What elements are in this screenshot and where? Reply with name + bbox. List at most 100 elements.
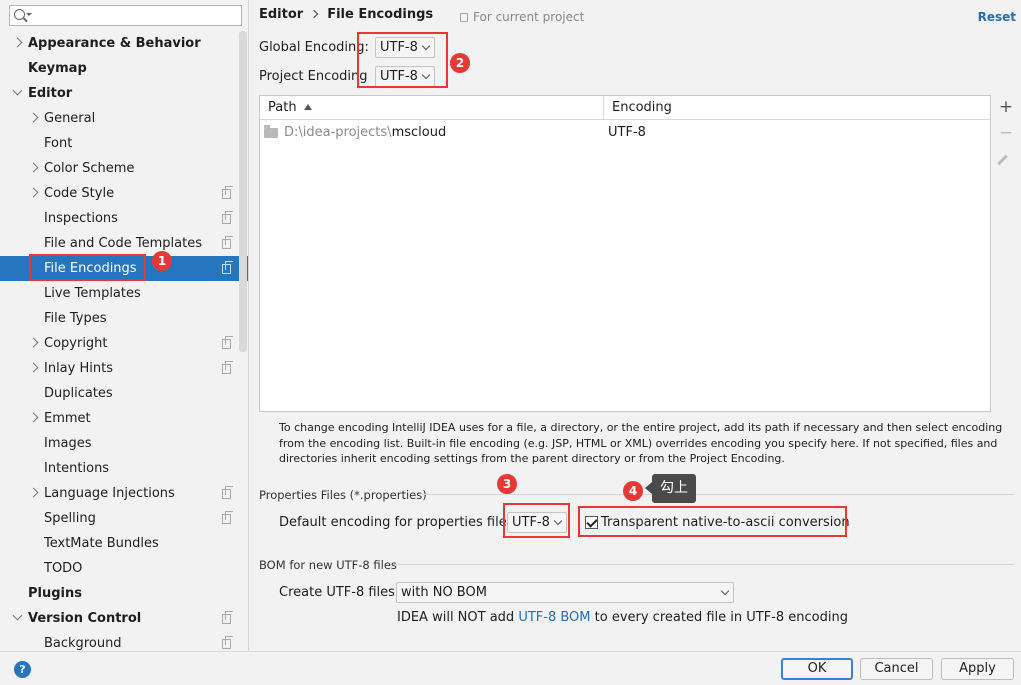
remove-icon[interactable]: − — [993, 121, 1019, 145]
encoding-help-text: To change encoding IntelliJ IDEA uses fo… — [279, 421, 1003, 465]
chevron-down-icon[interactable] — [12, 610, 23, 621]
reset-link[interactable]: Reset — [978, 10, 1016, 24]
row-path-prefix: D:\idea-projects\ — [284, 125, 392, 140]
sidebar-item-images[interactable]: Images — [0, 431, 248, 456]
chevron-down-icon[interactable] — [12, 85, 23, 96]
sidebar-item-label: Images — [44, 436, 92, 451]
sidebar-item-duplicates[interactable]: Duplicates — [0, 381, 248, 406]
copy-icon — [222, 236, 233, 249]
sidebar-item-label: Inlay Hints — [44, 361, 113, 376]
sidebar-item-file-and-code-templates[interactable]: File and Code Templates — [0, 231, 248, 256]
chevron-right-icon[interactable] — [28, 162, 39, 173]
sidebar-item-label: Code Style — [44, 186, 115, 201]
chevron-right-icon[interactable] — [12, 37, 23, 48]
copy-icon — [222, 361, 233, 374]
sidebar-item-textmate-bundles[interactable]: TextMate Bundles — [0, 531, 248, 556]
sidebar-item-label: Inspections — [44, 211, 118, 226]
sidebar-item-label: Version Control — [28, 611, 142, 626]
table-row[interactable]: D:\idea-projects\mscloud UTF-8 — [260, 121, 990, 145]
row-path: D:\idea-projects\mscloud — [284, 121, 446, 145]
annotation-badge-2: 2 — [450, 53, 470, 73]
add-icon[interactable]: + — [993, 95, 1019, 119]
sidebar-item-label: Intentions — [44, 461, 110, 476]
sidebar-item-label: Color Scheme — [44, 161, 135, 176]
breadcrumb: Editor File Encodings — [259, 7, 433, 22]
section-divider — [393, 564, 1014, 565]
sidebar-item-background[interactable]: Background — [0, 631, 248, 651]
annotation-box-transparent-conversion — [578, 506, 847, 537]
sidebar-item-inspections[interactable]: Inspections — [0, 206, 248, 231]
help-icon[interactable]: ? — [14, 661, 31, 678]
settings-search-input[interactable] — [9, 5, 242, 26]
annotation-badge-1: 1 — [152, 251, 172, 271]
ok-button[interactable]: OK — [781, 658, 853, 680]
sidebar-item-spelling[interactable]: Spelling — [0, 506, 248, 531]
sidebar-item-live-templates[interactable]: Live Templates — [0, 281, 248, 306]
sidebar-item-copyright[interactable]: Copyright — [0, 331, 248, 356]
sidebar-item-label: General — [44, 111, 96, 126]
chevron-right-icon[interactable] — [28, 337, 39, 348]
sidebar-item-label: File and Code Templates — [44, 236, 202, 251]
settings-sidebar: Appearance & Behavior Keymap Editor General… — [0, 0, 249, 651]
chevron-right-icon — [309, 9, 319, 19]
sidebar-item-color-scheme[interactable]: Color Scheme — [0, 156, 248, 181]
sidebar-item-inlay-hints[interactable]: Inlay Hints — [0, 356, 248, 381]
sidebar-item-label: Live Templates — [44, 286, 141, 301]
sidebar-item-label: Language Injections — [44, 486, 175, 501]
sidebar-item-general[interactable]: General — [0, 106, 248, 131]
annotation-box-encodings — [357, 32, 448, 88]
breadcrumb-parent: Editor — [259, 7, 304, 22]
column-header-encoding[interactable]: Encoding — [603, 96, 991, 120]
sidebar-item-intentions[interactable]: Intentions — [0, 456, 248, 481]
sidebar-item-keymap[interactable]: Keymap — [0, 56, 248, 81]
bom-note-prefix: IDEA will NOT add — [397, 610, 519, 625]
copy-icon — [222, 611, 233, 624]
sidebar-item-label: Spelling — [44, 511, 96, 526]
create-utf8-files-label: Create UTF-8 files: — [279, 585, 400, 600]
sidebar-item-label: Plugins — [28, 586, 82, 601]
chevron-right-icon[interactable] — [28, 412, 39, 423]
sidebar-item-todo[interactable]: TODO — [0, 556, 248, 581]
annotation-badge-3: 3 — [497, 474, 517, 494]
global-encoding-label: Global Encoding: — [259, 40, 369, 55]
sidebar-item-label: Emmet — [44, 411, 91, 426]
sidebar-item-plugins[interactable]: Plugins — [0, 581, 248, 606]
sidebar-item-code-style[interactable]: Code Style — [0, 181, 248, 206]
copy-icon — [222, 336, 233, 349]
sidebar-item-version-control[interactable]: Version Control — [0, 606, 248, 631]
sidebar-item-appearance-behavior[interactable]: Appearance & Behavior — [0, 31, 248, 56]
sort-ascending-icon — [303, 104, 312, 110]
edit-icon[interactable] — [993, 147, 1019, 171]
annotation-box-properties-encoding — [503, 503, 570, 538]
create-utf8-files-select[interactable]: with NO BOM — [396, 582, 734, 603]
row-encoding[interactable]: UTF-8 — [608, 121, 646, 145]
sidebar-item-file-types[interactable]: File Types — [0, 306, 248, 331]
table-header: Path Encoding — [260, 96, 990, 120]
sidebar-item-emmet[interactable]: Emmet — [0, 406, 248, 431]
sidebar-item-language-injections[interactable]: Language Injections — [0, 481, 248, 506]
column-header-path[interactable]: Path — [260, 96, 603, 120]
sidebar-scrollbar[interactable] — [239, 31, 247, 352]
chevron-right-icon[interactable] — [28, 487, 39, 498]
sidebar-item-font[interactable]: Font — [0, 131, 248, 156]
sidebar-item-label: TODO — [44, 561, 83, 576]
default-properties-encoding-label: Default encoding for properties files: — [279, 515, 518, 530]
chevron-right-icon[interactable] — [28, 362, 39, 373]
cancel-button[interactable]: Cancel — [860, 658, 933, 680]
sidebar-item-label: Copyright — [44, 336, 108, 351]
breadcrumb-current: File Encodings — [327, 7, 434, 22]
chevron-right-icon[interactable] — [28, 112, 39, 123]
bom-note: IDEA will NOT add UTF-8 BOM to every cre… — [397, 610, 848, 625]
sidebar-item-label: Font — [44, 136, 73, 151]
annotation-box-file-encodings — [29, 254, 146, 281]
chevron-right-icon[interactable] — [28, 187, 39, 198]
for-current-project-hint: For current project — [460, 10, 584, 24]
create-utf8-files-value: with NO BOM — [401, 585, 487, 600]
sidebar-item-label: Keymap — [28, 61, 87, 76]
bom-section-title: BOM for new UTF-8 files — [259, 558, 397, 572]
chevron-down-icon[interactable] — [26, 13, 32, 16]
apply-button[interactable]: Apply — [941, 658, 1014, 680]
utf8-bom-link[interactable]: UTF-8 BOM — [518, 610, 590, 625]
sidebar-item-editor[interactable]: Editor — [0, 81, 248, 106]
project-encoding-label: Project Encoding — [259, 69, 368, 84]
